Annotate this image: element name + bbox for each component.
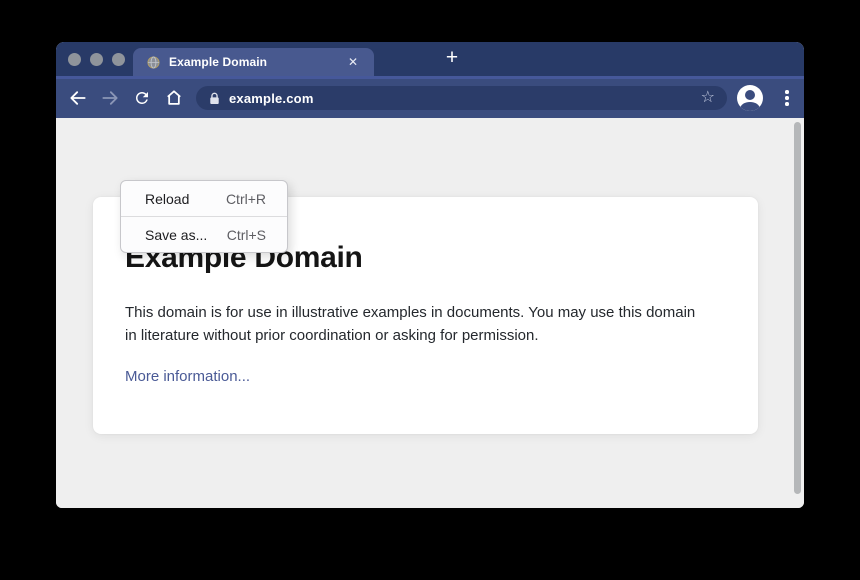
forward-arrow-icon: [100, 88, 120, 108]
tab-close-icon[interactable]: ✕: [344, 53, 362, 71]
overflow-dots-icon: [785, 90, 789, 94]
window-controls: [68, 42, 125, 76]
bookmark-star-icon[interactable]: ☆: [699, 90, 717, 106]
back-button[interactable]: [66, 86, 90, 110]
minimize-window-button[interactable]: [90, 53, 103, 66]
scrollbar-thumb[interactable]: [794, 122, 801, 494]
avatar-person-icon: [745, 90, 755, 100]
tab-title: Example Domain: [169, 55, 344, 69]
url-text[interactable]: example.com: [229, 91, 699, 106]
page-viewport: Example Domain This domain is for use in…: [56, 118, 804, 508]
context-menu: Reload Ctrl+R Save as... Ctrl+S: [120, 180, 288, 253]
address-bar[interactable]: example.com ☆: [196, 86, 727, 110]
menu-item-label: Save as...: [145, 227, 207, 243]
page-paragraph: This domain is for use in illustrative e…: [125, 302, 710, 347]
close-window-button[interactable]: [68, 53, 81, 66]
context-menu-item-reload[interactable]: Reload Ctrl+R: [121, 181, 287, 216]
browser-window: Example Domain ✕ + example: [56, 42, 804, 508]
menu-item-shortcut: Ctrl+S: [227, 227, 266, 243]
menu-item-label: Reload: [145, 191, 189, 207]
menu-item-shortcut: Ctrl+R: [226, 191, 266, 207]
browser-tab[interactable]: Example Domain ✕: [133, 48, 374, 76]
zoom-window-button[interactable]: [112, 53, 125, 66]
home-icon: [164, 88, 184, 108]
title-bar: Example Domain ✕ +: [56, 42, 804, 76]
profile-avatar-button[interactable]: [737, 85, 763, 111]
secure-lock-icon[interactable]: [209, 92, 220, 105]
reload-icon: [133, 89, 151, 107]
back-arrow-icon: [68, 88, 88, 108]
reload-button[interactable]: [130, 86, 154, 110]
new-tab-button[interactable]: +: [439, 46, 465, 72]
forward-button[interactable]: [98, 86, 122, 110]
context-menu-item-save-as[interactable]: Save as... Ctrl+S: [121, 217, 287, 252]
more-information-link[interactable]: More information...: [125, 368, 250, 385]
browser-menu-button[interactable]: [775, 86, 799, 110]
home-button[interactable]: [162, 86, 186, 110]
navigation-toolbar: example.com ☆: [56, 76, 804, 118]
desktop-background: Example Domain ✕ + example: [0, 0, 860, 580]
favicon-globe-icon: [147, 56, 160, 69]
